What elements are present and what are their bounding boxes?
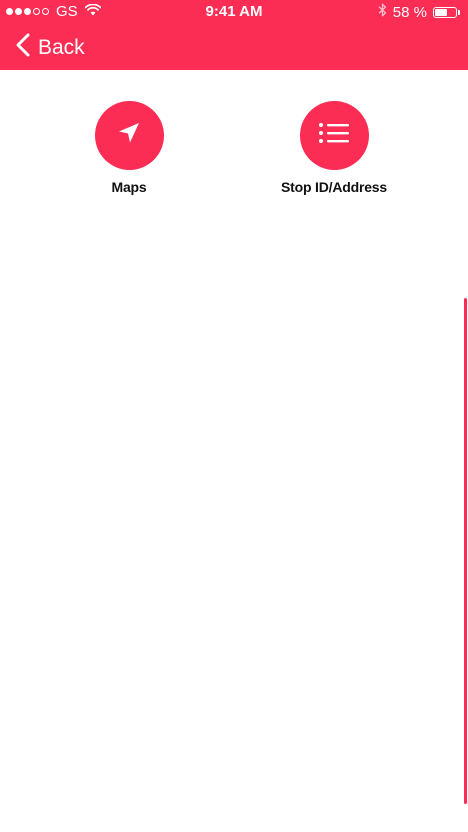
chevron-left-icon xyxy=(16,33,30,62)
maps-button[interactable]: Maps xyxy=(49,101,209,195)
navigation-arrow-icon xyxy=(116,120,142,151)
screen: GS 9:41 AM 58 % Back Maps Stop ID/Addres… xyxy=(0,0,468,832)
top-bar: GS 9:41 AM 58 % Back xyxy=(0,0,468,70)
back-button[interactable]: Back xyxy=(16,33,85,62)
stop-id-icon-circle[interactable] xyxy=(299,101,369,170)
battery-body xyxy=(433,6,457,18)
battery-tip xyxy=(458,9,460,15)
maps-label: Maps xyxy=(111,179,147,195)
stop-id-address-label: Stop ID/Address xyxy=(281,179,387,195)
back-label: Back xyxy=(38,35,85,59)
battery-fill xyxy=(435,8,447,16)
battery-percent: 58 % xyxy=(392,3,427,21)
maps-icon-circle[interactable] xyxy=(94,101,164,170)
scroll-indicator[interactable] xyxy=(464,298,467,804)
list-icon xyxy=(318,121,350,150)
battery-icon xyxy=(433,6,460,18)
status-right: 58 % xyxy=(378,3,460,21)
bluetooth-icon xyxy=(378,3,387,21)
stop-id-address-button[interactable]: Stop ID/Address xyxy=(254,101,414,195)
status-bar: GS 9:41 AM 58 % xyxy=(0,0,468,24)
